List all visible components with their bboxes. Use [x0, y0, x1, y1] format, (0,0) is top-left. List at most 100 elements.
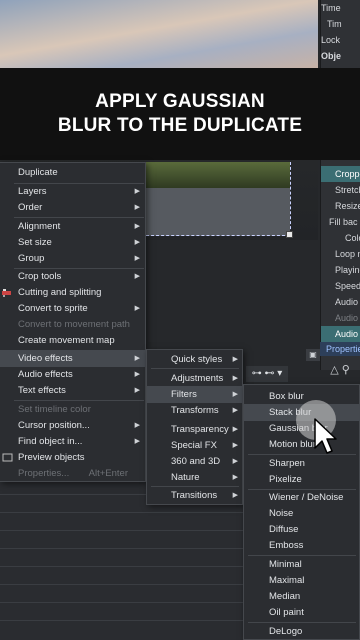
- submenu-arrow-icon: ▶: [232, 391, 238, 398]
- menu-item-label: Quick styles: [171, 354, 223, 365]
- caption-line-2: BLUR TO THE DUPLICATE: [57, 115, 303, 136]
- menu-item-pixelize[interactable]: Pixelize: [244, 471, 360, 488]
- menu-item-audio-effects[interactable]: Audio effects ▶: [0, 366, 146, 383]
- menu-item-label: Noise: [269, 508, 294, 519]
- menu-item-preview-objects[interactable]: Preview objects: [0, 449, 146, 466]
- menu-item-oil-paint[interactable]: Oil paint: [244, 604, 360, 621]
- menu-item-sharpen[interactable]: Sharpen: [244, 455, 360, 472]
- property-row[interactable]: Tim: [321, 16, 360, 32]
- menu-item-set-size[interactable]: Set size ▶: [0, 234, 146, 251]
- menu-item-box-blur[interactable]: Box blur: [244, 388, 360, 405]
- property-row[interactable]: Loop n: [321, 246, 360, 262]
- sky-image: [0, 0, 318, 68]
- menu-item-special-fx[interactable]: Special FX ▶: [147, 437, 244, 454]
- scissors-icon: [2, 289, 11, 297]
- menu-separator: [151, 368, 239, 369]
- menu-item-label: Group: [18, 253, 45, 264]
- submenu-arrow-icon: ▶: [134, 188, 140, 195]
- menu-item-label: Video effects: [18, 353, 73, 364]
- snap-tools-icon[interactable]: ⊶ ⊷ ▾: [246, 366, 288, 382]
- treeline-image: [146, 162, 290, 188]
- menu-item-minimal[interactable]: Minimal: [244, 556, 360, 573]
- menu-item-label: Convert to movement path: [18, 319, 130, 330]
- menu-item-create-movement-map[interactable]: Create movement map: [0, 332, 146, 349]
- property-row[interactable]: Lock: [321, 32, 360, 48]
- timeline-area[interactable]: [0, 482, 243, 640]
- submenu-arrow-icon: ▶: [232, 474, 238, 481]
- submenu-arrow-icon: ▶: [134, 204, 140, 211]
- property-row[interactable]: Croppe: [321, 166, 360, 182]
- menu-item-label: Alignment: [18, 221, 61, 232]
- menu-item-delogo[interactable]: DeLogo: [244, 623, 360, 640]
- preview-icon: [2, 453, 13, 462]
- mouse-cursor-icon: [314, 418, 337, 454]
- submenu-arrow-icon: ▶: [232, 375, 238, 382]
- menu-item-label: Special FX: [171, 440, 217, 451]
- timeline-track-divider: [0, 602, 243, 603]
- menu-item-video-effects[interactable]: Video effects ▶: [0, 350, 146, 367]
- menu-item-maximal[interactable]: Maximal: [244, 572, 360, 589]
- menu-item-convert-to-sprite[interactable]: Convert to sprite ▶: [0, 300, 146, 317]
- tab-properties[interactable]: Properties: [320, 342, 360, 356]
- caption-banner: APPLY GAUSSIAN BLUR TO THE DUPLICATE: [0, 68, 360, 160]
- menu-item-label: Cursor position...: [18, 420, 90, 431]
- menu-item-label: 360 and 3D: [171, 456, 221, 467]
- property-row[interactable]: Stretch: [321, 182, 360, 198]
- menu-item-layers[interactable]: Layers ▶: [0, 183, 146, 200]
- menu-item-label: Duplicate: [18, 167, 58, 178]
- timeline-track-divider: [0, 584, 243, 585]
- property-row[interactable]: Audio: [321, 294, 360, 310]
- menu-item-transitions[interactable]: Transitions ▶: [147, 487, 244, 504]
- property-row[interactable]: Obje: [321, 48, 360, 64]
- property-row[interactable]: Fill bac: [321, 214, 360, 230]
- marker-icon[interactable]: △ ⚲: [320, 360, 360, 380]
- menu-item-crop-tools[interactable]: Crop tools ▶: [0, 268, 146, 285]
- menu-item-label: Find object in...: [18, 436, 83, 447]
- menu-item-noise[interactable]: Noise: [244, 505, 360, 522]
- property-row[interactable]: Time: [321, 0, 360, 16]
- menu-item-find-object[interactable]: Find object in... ▶: [0, 433, 146, 450]
- menu-item-label: Properties...: [18, 468, 70, 479]
- menu-item-duplicate[interactable]: Duplicate: [0, 164, 146, 181]
- menu-item-group[interactable]: Group ▶: [0, 250, 146, 267]
- property-row[interactable]: Resize: [321, 198, 360, 214]
- menu-item-transparency[interactable]: Transparency ▶: [147, 421, 244, 438]
- context-menu: Duplicate Layers ▶ Order ▶ Alignment ▶ Set …: [0, 162, 146, 482]
- submenu-arrow-icon: ▶: [232, 442, 238, 449]
- submenu-arrow-icon: ▶: [232, 458, 238, 465]
- menu-item-cursor-position[interactable]: Cursor position... ▶: [0, 417, 146, 434]
- menu-item-cutting-splitting[interactable]: Cutting and splitting: [0, 284, 146, 301]
- menu-item-emboss[interactable]: Emboss: [244, 537, 360, 554]
- menu-item-order[interactable]: Order ▶: [0, 199, 146, 216]
- menu-item-label: Sharpen: [269, 458, 305, 469]
- property-row[interactable]: Colo: [321, 230, 360, 246]
- submenu-arrow-icon: ▶: [232, 426, 238, 433]
- resize-handle[interactable]: [286, 231, 293, 238]
- menu-item-label: Box blur: [269, 391, 304, 402]
- menu-item-wiener-denoise[interactable]: Wiener / DeNoise: [244, 489, 360, 506]
- road-image: [146, 188, 290, 236]
- menu-item-filters[interactable]: Filters ▶: [147, 386, 244, 403]
- menu-item-360-and-3d[interactable]: 360 and 3D ▶: [147, 453, 244, 470]
- menu-item-label: Convert to sprite: [18, 303, 88, 314]
- shortcut-label: Alt+Enter: [88, 468, 128, 479]
- editor-window: Time Tim Lock Obje Dura Croppe Stretch R…: [0, 0, 360, 640]
- property-row[interactable]: Speed: [321, 278, 360, 294]
- menu-item-transforms[interactable]: Transforms ▶: [147, 402, 244, 419]
- menu-item-label: Median: [269, 591, 301, 602]
- menu-item-motion-blur[interactable]: Motion blur: [244, 436, 360, 453]
- menu-item-label: Filters: [171, 389, 197, 400]
- menu-item-text-effects[interactable]: Text effects ▶: [0, 382, 146, 399]
- property-row[interactable]: Playing: [321, 262, 360, 278]
- menu-item-adjustments[interactable]: Adjustments ▶: [147, 370, 244, 387]
- menu-item-diffuse[interactable]: Diffuse: [244, 521, 360, 538]
- submenu-arrow-icon: ▶: [134, 223, 140, 230]
- menu-item-alignment[interactable]: Alignment ▶: [0, 218, 146, 235]
- menu-item-quick-styles[interactable]: Quick styles ▶: [147, 351, 244, 368]
- menu-item-median[interactable]: Median: [244, 588, 360, 605]
- property-row[interactable]: Audio: [321, 326, 360, 342]
- expand-icon[interactable]: ▣: [306, 349, 320, 361]
- menu-item-nature[interactable]: Nature ▶: [147, 469, 244, 486]
- menu-item-label: Set size: [18, 237, 52, 248]
- menu-item-label: Layers: [18, 186, 47, 197]
